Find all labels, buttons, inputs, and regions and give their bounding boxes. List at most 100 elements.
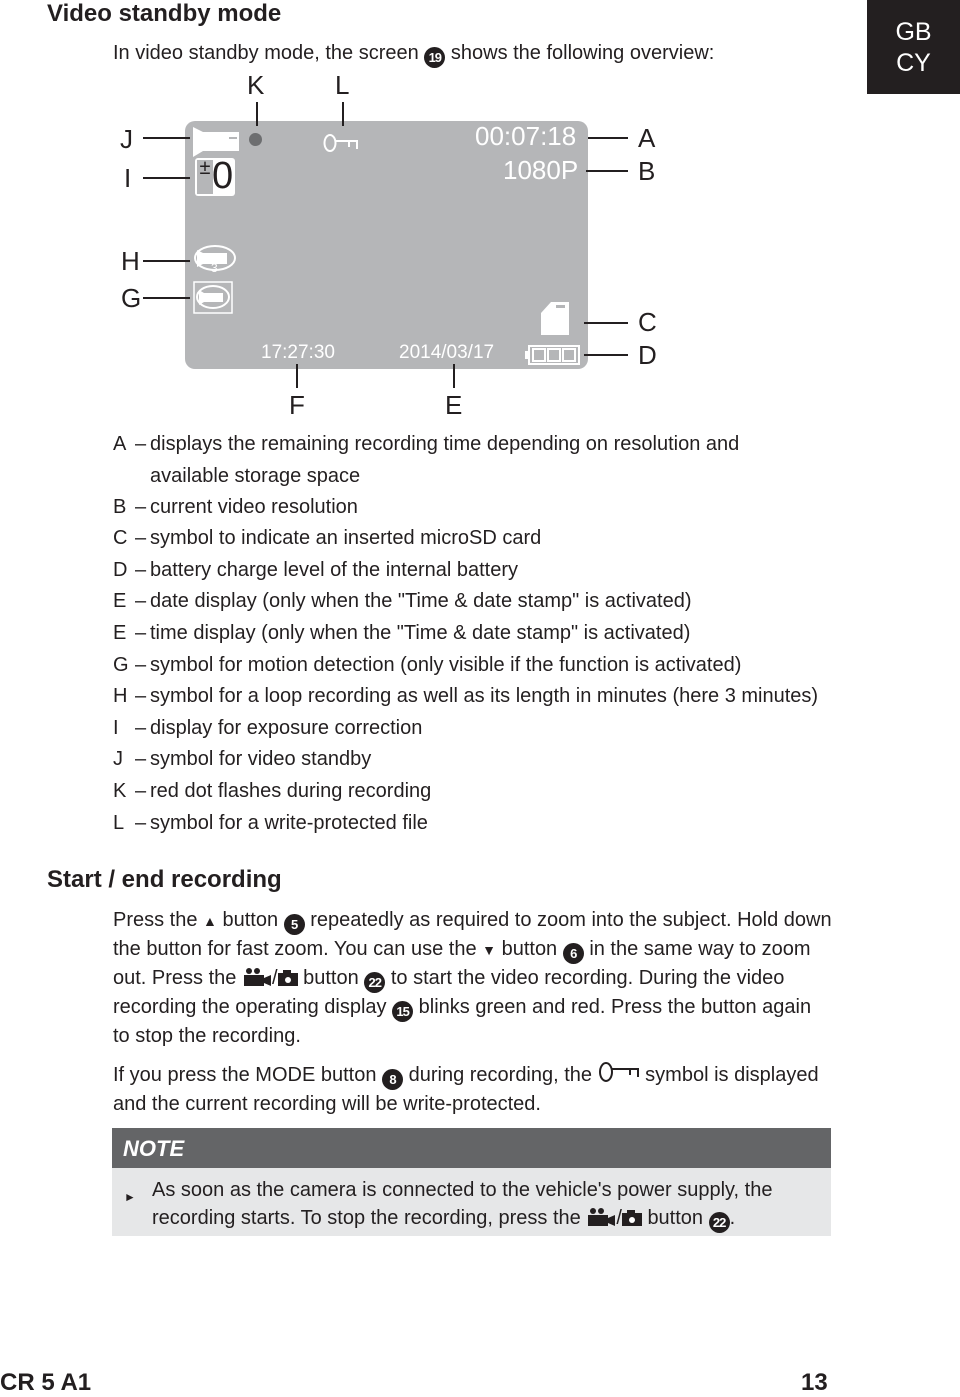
- text: If you press the MODE button: [113, 1064, 377, 1086]
- label-h: H: [121, 246, 140, 276]
- date-display: 2014/03/17: [399, 342, 495, 363]
- note-box: NOTE ► As soon as the camera is connecte…: [112, 1128, 831, 1236]
- legend-dash: –: [135, 748, 147, 771]
- legend-key: K: [113, 779, 127, 802]
- language-cy: CY: [896, 49, 931, 77]
- up-arrow-icon: ▲: [203, 913, 217, 929]
- legend-dash: –: [135, 716, 147, 739]
- recording-instructions: Press the ▲ button 5 repeatedly as requi…: [113, 906, 833, 1129]
- intro-before: In video standby mode, the screen: [113, 42, 419, 64]
- language-gb: GB: [895, 18, 932, 46]
- legend-text: battery charge level of the internal bat…: [150, 558, 518, 581]
- footer-model: CR 5 A1: [0, 1369, 92, 1396]
- label-e: E: [445, 390, 463, 420]
- legend-key: H: [113, 685, 128, 708]
- motion-detection-icon: [193, 281, 233, 314]
- write-protect-key-icon: [323, 134, 358, 152]
- ref-number: 6: [562, 943, 584, 964]
- display-screen: 00:07:18 1080P ± 0 3 17:27:30 2014/03/17: [185, 121, 588, 369]
- legend-key: L: [113, 811, 125, 834]
- legend-key: I: [113, 716, 119, 739]
- remaining-time: 00:07:18: [475, 121, 577, 151]
- label-d: D: [638, 340, 657, 370]
- leader-line: [256, 102, 258, 126]
- legend-key: E: [113, 590, 127, 613]
- legend-dash: –: [135, 621, 147, 644]
- video-camera-icon: [243, 968, 271, 986]
- leader-line: [143, 177, 190, 179]
- legend-dash: –: [135, 653, 147, 676]
- label-j: J: [120, 124, 133, 154]
- resolution: 1080P: [503, 155, 579, 185]
- legend-dash: –: [135, 558, 147, 581]
- ref-number: 8: [382, 1069, 404, 1090]
- legend-text: time display (only when the "Time & date…: [150, 621, 691, 644]
- legend-key: C: [113, 527, 128, 550]
- leader-line: [584, 322, 628, 324]
- legend-dash: –: [135, 685, 147, 708]
- legend-dash: –: [135, 495, 147, 518]
- exposure-value: 0: [212, 155, 234, 197]
- paragraph-zoom-record: Press the ▲ button 5 repeatedly as requi…: [113, 906, 833, 1050]
- ref-number: 22: [708, 1212, 730, 1233]
- ref-number: 19: [424, 47, 446, 68]
- legend-text: red dot flashes during recording: [150, 779, 432, 802]
- note-body: ► As soon as the camera is connected to …: [112, 1168, 831, 1236]
- legend-text: symbol for a write-protected file: [150, 811, 428, 834]
- legend-text: symbol to indicate an inserted microSD c…: [150, 527, 542, 550]
- leader-line: [143, 137, 190, 139]
- legend-text: date display (only when the "Time & date…: [150, 590, 692, 613]
- label-l: L: [335, 70, 350, 100]
- text: button: [647, 1207, 704, 1229]
- legend-dash: –: [135, 779, 147, 802]
- down-arrow-icon: ▼: [482, 942, 497, 958]
- label-a: A: [638, 123, 656, 153]
- text: .: [729, 1207, 736, 1229]
- leader-line: [453, 364, 455, 388]
- label-b: B: [638, 156, 656, 186]
- leader-line: [143, 260, 190, 262]
- plus-minus-icon: ±: [197, 158, 213, 194]
- section-title-recording: Start / end recording: [47, 866, 282, 893]
- label-c: C: [638, 307, 657, 337]
- legend-text: symbol for video standby: [150, 748, 372, 771]
- legend-text: symbol for motion detection (only visibl…: [150, 653, 742, 676]
- leader-line: [342, 102, 344, 126]
- ref-number: 15: [392, 1001, 414, 1022]
- legend-text: current video resolution: [150, 495, 358, 518]
- legend-text: displays the remaining recording time de…: [150, 433, 740, 455]
- legend-key: E: [113, 621, 127, 644]
- time-display: 17:27:30: [261, 342, 335, 363]
- note-title: NOTE: [112, 1128, 831, 1168]
- label-f: F: [289, 390, 305, 420]
- leader-line: [296, 364, 298, 388]
- legend-key: G: [113, 653, 129, 676]
- paragraph-write-protect: If you press the MODE button 8 during re…: [113, 1061, 833, 1118]
- text: during recording, the: [408, 1064, 593, 1086]
- microsd-card-icon: [541, 302, 569, 335]
- key-icon: [598, 1062, 639, 1082]
- text: button: [222, 909, 279, 931]
- legend-text: display for exposure correction: [150, 716, 423, 739]
- legend-dash: –: [135, 527, 147, 550]
- bullet-triangle-icon: ►: [124, 1190, 136, 1204]
- legend-dash: –: [135, 811, 147, 834]
- record-dot-icon: [249, 133, 262, 146]
- intro-after: shows the following overview:: [450, 42, 715, 64]
- text: button: [303, 967, 359, 989]
- leader-line: [584, 354, 628, 356]
- text: button: [501, 938, 558, 960]
- label-k: K: [247, 70, 265, 100]
- legend-key: B: [113, 495, 127, 518]
- ref-number: 5: [283, 914, 305, 935]
- legend-key: A: [113, 433, 127, 455]
- leader-line: [143, 297, 190, 299]
- legend-text: available storage space: [150, 464, 361, 487]
- legend-dash: –: [135, 590, 147, 613]
- legend-text: symbol for a loop recording as well as i…: [150, 685, 819, 708]
- battery-icon: [525, 345, 580, 365]
- leader-line: [586, 170, 628, 172]
- exposure-display: ± 0: [195, 155, 235, 197]
- text: Press the: [113, 909, 198, 931]
- photo-camera-icon: [621, 1210, 642, 1226]
